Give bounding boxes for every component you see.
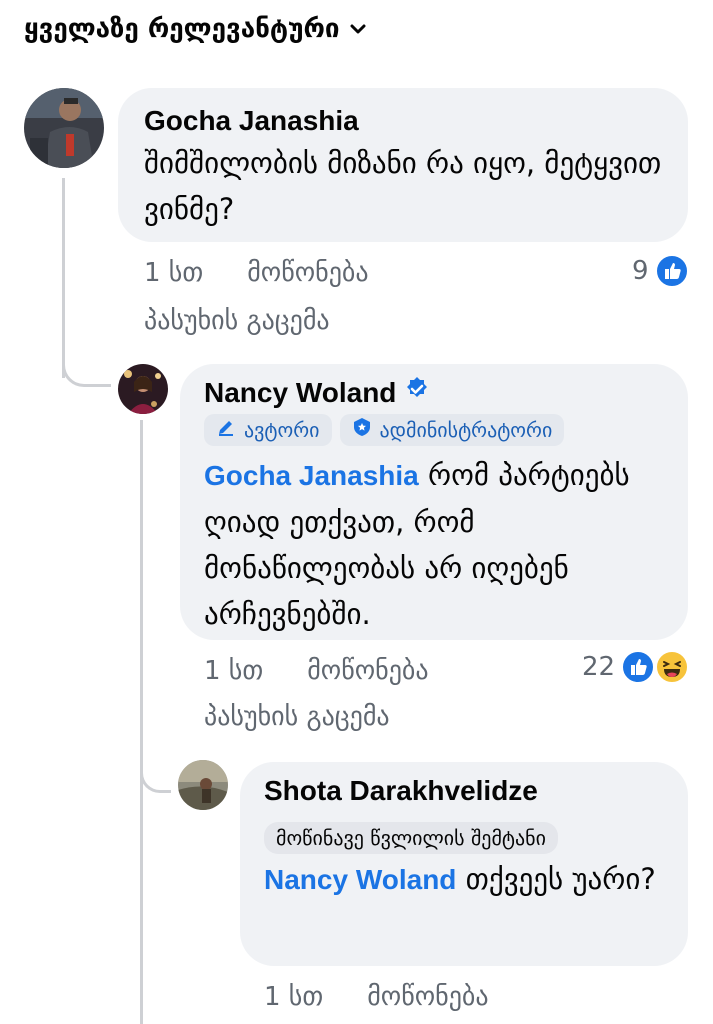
comment-actions: 1 სთ მოწონება (144, 258, 369, 288)
role-badges: ავტორი ადმინისტრატორი (204, 413, 664, 446)
mention-link[interactable]: Nancy Woland (264, 864, 456, 895)
sort-label: ყველაზე რელევანტური (24, 14, 340, 44)
comment-time[interactable]: 1 სთ (144, 258, 203, 288)
badge-label: ადმინისტრატორი (379, 417, 553, 442)
admin-shield-icon (352, 417, 372, 442)
avatar[interactable] (118, 364, 168, 414)
thread-line (140, 420, 143, 1024)
comment-bubble: Shota Darakhvelidze მოწინავე წვლილის შემ… (240, 762, 688, 966)
comment-text: Nancy Woland თქვეეს უარი? (264, 856, 664, 903)
comment-author[interactable]: Nancy Woland (204, 376, 664, 410)
comment-author[interactable]: Shota Darakhvelidze (264, 774, 664, 808)
like-button[interactable]: მოწონება (247, 258, 368, 288)
avatar[interactable] (24, 88, 104, 168)
author-badge: ავტორი (204, 413, 332, 446)
pencil-icon (216, 417, 236, 442)
verified-badge-icon (404, 376, 430, 410)
comment-actions: 1 სთ მოწონება (204, 656, 429, 686)
reaction-count: 22 (582, 652, 616, 682)
comment-actions: 1 სთ მოწონება (264, 982, 489, 1012)
badge-label: მოწინავე წვლილის შემტანი (276, 825, 546, 850)
badge-label: ავტორი (244, 417, 320, 442)
reply-button[interactable]: პასუხის გაცემა (144, 306, 330, 336)
reaction-summary[interactable]: 9 (632, 254, 689, 288)
comment-body: თქვეეს უარი? (465, 861, 656, 896)
avatar[interactable] (178, 760, 228, 810)
author-name[interactable]: Nancy Woland (204, 376, 396, 410)
top-contributor-badge: მოწინავე წვლილის შემტანი (264, 821, 558, 854)
comment-bubble: Gocha Janashia შიმშილობის მიზანი რა იყო,… (118, 88, 688, 242)
reaction-count: 9 (632, 256, 649, 286)
comment-author[interactable]: Gocha Janashia (144, 104, 662, 138)
chevron-down-icon (350, 23, 366, 35)
like-button[interactable]: მოწონება (307, 656, 428, 686)
like-button[interactable]: მოწონება (367, 982, 488, 1012)
comment-bubble: Nancy Woland ავტორი ადმინისტრატორი Gocha… (180, 364, 688, 640)
admin-badge: ადმინისტრატორი (339, 413, 565, 446)
thread-line-curve (62, 340, 111, 387)
comment-text: შიმშილობის მიზანი რა იყო, მეტყვით ვინმე? (144, 145, 662, 226)
mention-link[interactable]: Gocha Janashia (204, 460, 419, 491)
like-reaction-icon (654, 254, 689, 288)
reply-button[interactable]: პასუხის გაცემა (204, 702, 390, 732)
author-name[interactable]: Shota Darakhvelidze (264, 774, 538, 808)
role-badges: მოწინავე წვლილის შემტანი (264, 821, 664, 854)
comment-text: Gocha Janashia რომ პარტიებს ღიად ეთქვათ,… (204, 452, 664, 637)
comment-time[interactable]: 1 სთ (264, 982, 323, 1012)
thread-line-curve (140, 748, 171, 793)
author-name[interactable]: Gocha Janashia (144, 104, 359, 138)
like-reaction-icon (621, 650, 656, 684)
comment-time[interactable]: 1 სთ (204, 656, 263, 686)
haha-reaction-icon (655, 650, 690, 684)
reaction-summary[interactable]: 22 (582, 650, 690, 684)
sort-dropdown[interactable]: ყველაზე რელევანტური (24, 14, 366, 44)
